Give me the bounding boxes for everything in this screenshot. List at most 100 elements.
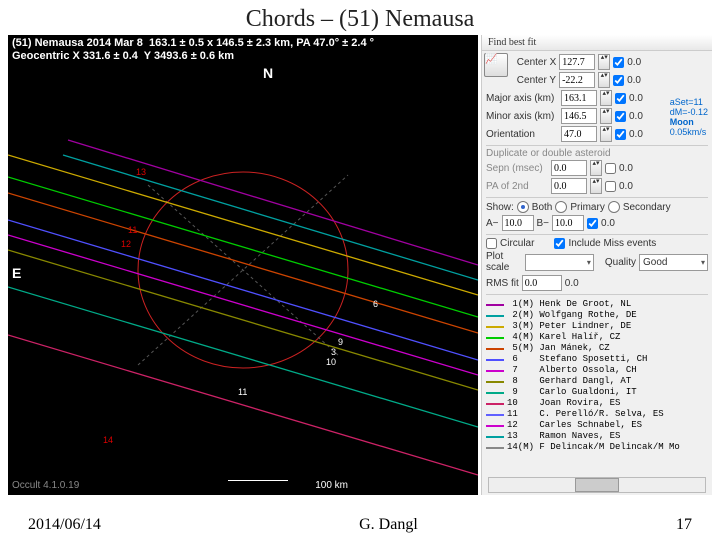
observer-row: 7 Alberto Ossola, CH xyxy=(486,365,708,376)
rms-label: RMS fit xyxy=(486,278,519,289)
centerx-lock[interactable] xyxy=(613,57,624,68)
plotscale-label: Plot scale xyxy=(486,251,522,273)
quality-label: Quality xyxy=(605,257,636,268)
major-err: 0.0 xyxy=(629,93,643,104)
centery-lock[interactable] xyxy=(613,75,624,86)
orient-label: Orientation xyxy=(486,129,558,140)
sepn-err: 0.0 xyxy=(619,163,633,174)
observer-color-swatch xyxy=(486,436,504,438)
fit-run-button[interactable]: 📈 xyxy=(484,53,508,77)
observer-text: 11 C. Perelló/R. Selva, ES xyxy=(507,409,664,420)
orient-spinner[interactable]: ▴▾ xyxy=(600,126,612,142)
panel-tab[interactable]: Find best fit xyxy=(482,35,712,51)
orient-lock[interactable] xyxy=(615,129,626,140)
minor-err: 0.0 xyxy=(629,111,643,122)
observer-row: 10 Joan Rovira, ES xyxy=(486,398,708,409)
quality-dropdown[interactable]: Good xyxy=(639,254,708,271)
observer-color-swatch xyxy=(486,403,504,405)
rms-err: 0.0 xyxy=(565,278,579,289)
observer-color-swatch xyxy=(486,425,504,427)
observer-row: 12 Carles Schnabel, ES xyxy=(486,420,708,431)
observer-text: 9 Carlo Gualdoni, IT xyxy=(507,387,637,398)
observer-row: 1(M) Henk De Groot, NL xyxy=(486,299,708,310)
show-both-radio[interactable] xyxy=(517,201,529,213)
major-spinner[interactable]: ▴▾ xyxy=(600,90,612,106)
show-primary-radio[interactable] xyxy=(555,201,567,213)
footer-author: G. Dangl xyxy=(359,516,418,534)
Aminus-input[interactable] xyxy=(502,215,534,231)
Bminus-label: B− xyxy=(537,218,550,229)
svg-text:10: 10 xyxy=(326,357,336,367)
observer-color-swatch xyxy=(486,414,504,416)
observer-row: 3(M) Peter Lindner, DE xyxy=(486,321,708,332)
sepn-lock[interactable] xyxy=(605,163,616,174)
centery-err: 0.0 xyxy=(627,75,641,86)
minor-spinner[interactable]: ▴▾ xyxy=(600,108,612,124)
includemiss-label: Include Miss events xyxy=(568,238,656,249)
sepn-input[interactable] xyxy=(551,160,587,176)
minor-input[interactable] xyxy=(561,108,597,124)
svg-text:13: 13 xyxy=(136,167,146,177)
observer-row: 4(M) Karel Halíř, CZ xyxy=(486,332,708,343)
observer-color-swatch xyxy=(486,304,504,306)
scale-label: 100 km xyxy=(315,480,348,491)
centery-label: Center Y xyxy=(517,75,556,86)
svg-text:14: 14 xyxy=(103,435,113,445)
side-note: aSet=11dM=-0.12Moon0.05km/s xyxy=(670,97,708,137)
sepn-spinner[interactable]: ▴▾ xyxy=(590,160,602,176)
observer-row: 6 Stefano Sposetti, CH xyxy=(486,354,708,365)
observer-text: 1(M) Henk De Groot, NL xyxy=(507,299,631,310)
AB-lock[interactable] xyxy=(587,218,598,229)
observer-text: 3(M) Peter Lindner, DE xyxy=(507,321,631,332)
observer-color-swatch xyxy=(486,447,504,449)
scale-bar xyxy=(228,480,288,481)
centery-spinner[interactable]: ▴▾ xyxy=(598,72,610,88)
footer-page: 17 xyxy=(676,516,692,534)
pa2-input[interactable] xyxy=(551,178,587,194)
rms-input[interactable] xyxy=(522,275,562,291)
slide-title: Chords – (51) Nemausa xyxy=(0,0,720,35)
observer-text: 4(M) Karel Halíř, CZ xyxy=(507,332,620,343)
occultation-plot: (51) Nemausa 2014 Mar 8 163.1 ± 0.5 x 14… xyxy=(8,35,478,495)
svg-text:11: 11 xyxy=(128,225,137,235)
major-lock[interactable] xyxy=(615,93,626,104)
svg-text:11: 11 xyxy=(238,387,247,397)
sepn-label: Sepn (msec) xyxy=(486,163,548,174)
centery-input[interactable] xyxy=(559,72,595,88)
observer-color-swatch xyxy=(486,381,504,383)
panel-scrollbar[interactable] xyxy=(488,477,706,493)
observer-row: 8 Gerhard Dangl, AT xyxy=(486,376,708,387)
observer-row: 5(M) Jan Mánek, CZ xyxy=(486,343,708,354)
includemiss-check[interactable] xyxy=(554,238,565,249)
observer-color-swatch xyxy=(486,315,504,317)
pa2-err: 0.0 xyxy=(619,181,633,192)
observer-row: 11 C. Perelló/R. Selva, ES xyxy=(486,409,708,420)
observer-text: 7 Alberto Ossola, CH xyxy=(507,365,637,376)
plotscale-dropdown[interactable] xyxy=(525,254,594,271)
centerx-spinner[interactable]: ▴▾ xyxy=(598,54,610,70)
observer-color-swatch xyxy=(486,326,504,328)
pa2-lock[interactable] xyxy=(605,181,616,192)
show-secondary-radio[interactable] xyxy=(608,201,620,213)
orient-input[interactable] xyxy=(561,126,597,142)
circular-check[interactable] xyxy=(486,238,497,249)
minor-lock[interactable] xyxy=(615,111,626,122)
observer-color-swatch xyxy=(486,370,504,372)
double-header: Duplicate or double asteroid xyxy=(482,148,712,159)
major-label: Major axis (km) xyxy=(486,93,558,104)
centerx-input[interactable] xyxy=(559,54,595,70)
observer-row: 2(M) Wolfgang Rothe, DE xyxy=(486,310,708,321)
observer-text: 14(M) F Delincak/M Delincak/M Mo xyxy=(507,442,680,453)
circular-label: Circular xyxy=(500,238,534,249)
orient-err: 0.0 xyxy=(629,129,643,140)
observer-text: 13 Ramon Naves, ES xyxy=(507,431,620,442)
observer-list: 1(M) Henk De Groot, NL 2(M) Wolfgang Rot… xyxy=(486,299,708,453)
Bminus-input[interactable] xyxy=(552,215,584,231)
footer-date: 2014/06/14 xyxy=(28,516,101,534)
observer-color-swatch xyxy=(486,359,504,361)
Aminus-label: A− xyxy=(486,218,499,229)
svg-text:12: 12 xyxy=(121,239,131,249)
major-input[interactable] xyxy=(561,90,597,106)
pa2-spinner[interactable]: ▴▾ xyxy=(590,178,602,194)
observer-text: 10 Joan Rovira, ES xyxy=(507,398,620,409)
